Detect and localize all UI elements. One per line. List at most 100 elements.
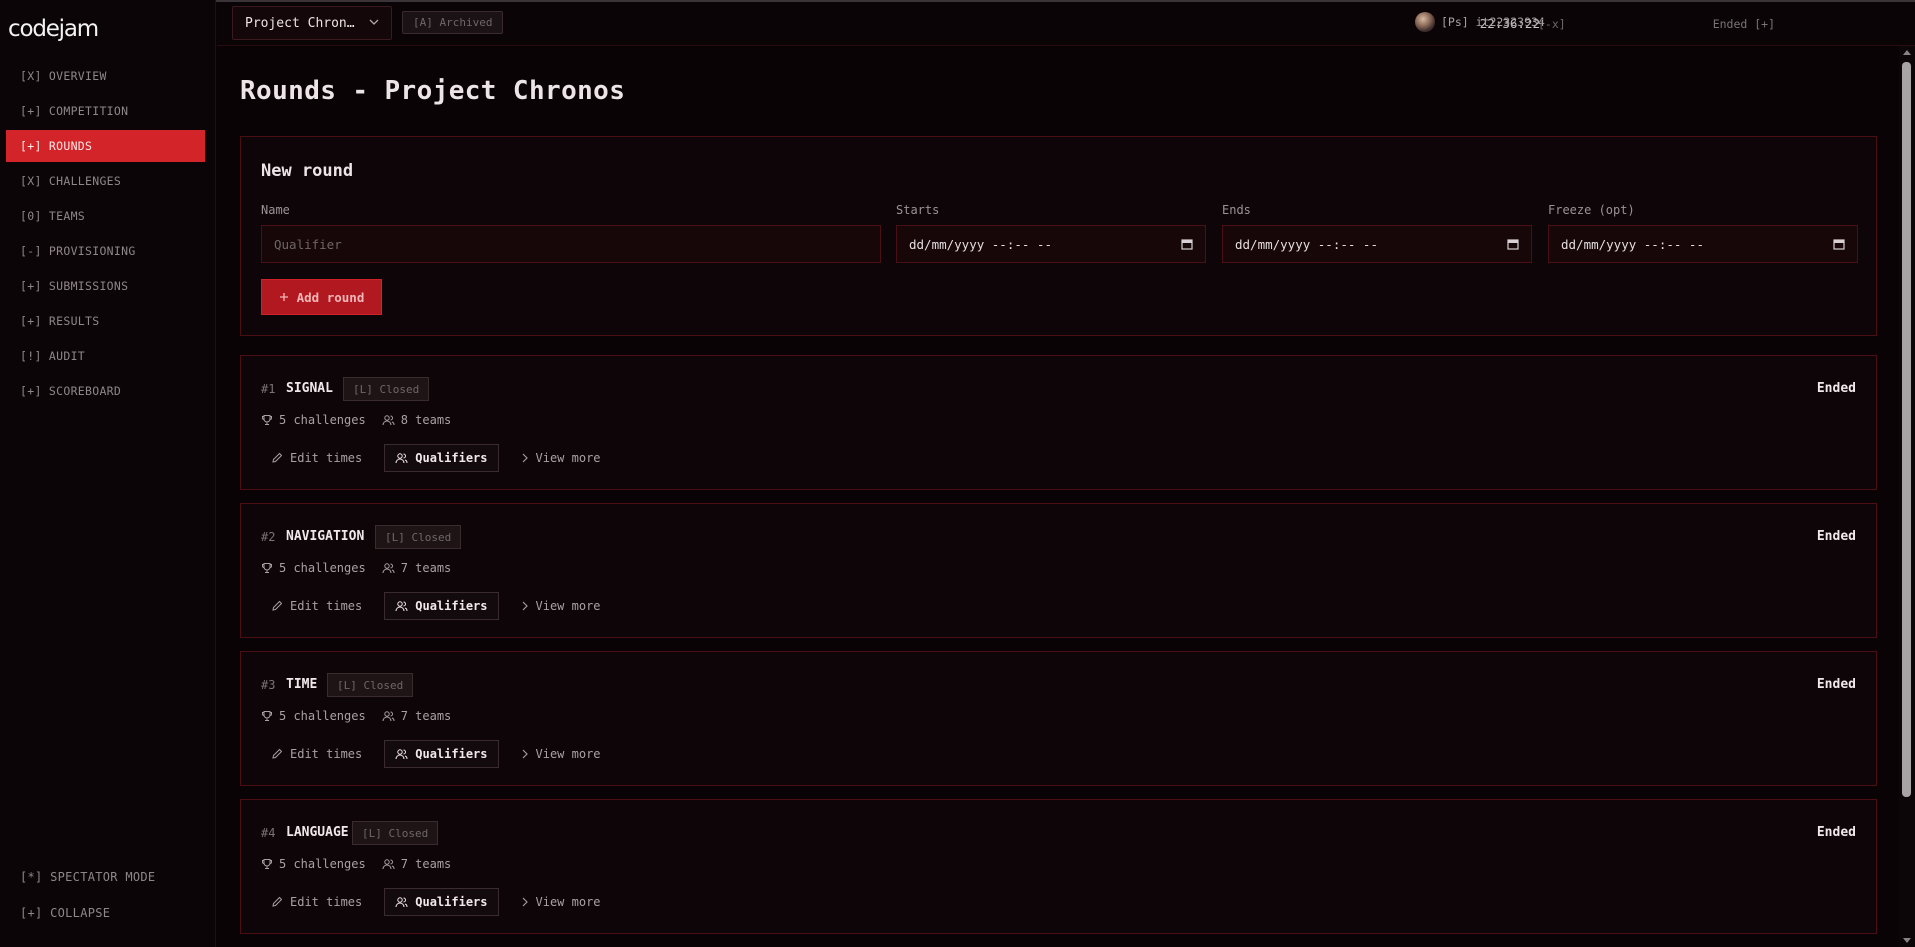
challenge-count: 5 challenges — [279, 709, 366, 723]
round-name-input[interactable]: Qualifier — [261, 225, 881, 263]
round-closed-badge: [L] Closed — [327, 673, 414, 697]
view-more-button[interactable]: View more — [511, 444, 611, 472]
qualifiers-button[interactable]: Qualifiers — [384, 592, 499, 620]
view-more-label: View more — [535, 895, 601, 909]
app-logo[interactable]: codejam — [8, 16, 99, 42]
username: [Ps] it22323934 — [1441, 15, 1545, 29]
sidebar-item-label: [+] SCOREBOARD — [20, 384, 122, 398]
round-actions: Edit times Qualifiers View more — [261, 888, 611, 916]
users-icon — [382, 414, 395, 426]
competition-select[interactable]: Project Chron… — [232, 6, 392, 40]
competition-select-value: Project Chron… — [245, 15, 355, 31]
logout-button[interactable]: [-x] — [1538, 17, 1566, 31]
ends-datetime-value: dd/mm/yyyy --:-- -- — [1235, 236, 1378, 252]
users-icon — [382, 562, 395, 574]
challenge-count: 5 challenges — [279, 857, 366, 871]
new-round-title: New round — [261, 161, 354, 181]
users-icon — [395, 896, 408, 908]
scroll-down-arrow-icon[interactable] — [1903, 938, 1911, 943]
qualifiers-button[interactable]: Qualifiers — [384, 444, 499, 472]
sidebar-item-challenges[interactable]: [X] CHALLENGES — [6, 165, 205, 197]
sidebar-item-scoreboard[interactable]: [+] SCOREBOARD — [6, 375, 205, 407]
round-card: #3 TIME [L] Closed Ended 5 challenges 7 … — [240, 651, 1877, 786]
round-status: Ended — [1816, 529, 1856, 544]
view-more-button[interactable]: View more — [511, 888, 611, 916]
ends-datetime-input[interactable]: dd/mm/yyyy --:-- -- — [1222, 225, 1532, 263]
sidebar-item-label: [!] AUDIT — [20, 349, 86, 363]
starts-label: Starts — [896, 203, 940, 217]
sidebar-item-teams[interactable]: [0] TEAMS — [6, 200, 205, 232]
round-name: NAVIGATION — [286, 529, 365, 544]
spectator-mode-toggle[interactable]: [*] SPECTATOR MODE — [20, 870, 155, 884]
avatar — [1415, 12, 1435, 32]
round-actions: Edit times Qualifiers View more — [261, 592, 611, 620]
sidebar-item-submissions[interactable]: [+] SUBMISSIONS — [6, 270, 205, 302]
calendar-icon[interactable] — [1181, 238, 1193, 250]
edit-times-button[interactable]: Edit times — [261, 444, 372, 472]
qualifiers-button[interactable]: Qualifiers — [384, 740, 499, 768]
qualifiers-label: Qualifiers — [415, 747, 488, 761]
sidebar-item-label: [-] PROVISIONING — [20, 244, 136, 258]
sidebar-item-provisioning[interactable]: [-] PROVISIONING — [6, 235, 205, 267]
team-count: 7 teams — [400, 857, 452, 871]
calendar-icon[interactable] — [1833, 238, 1845, 250]
add-round-button[interactable]: Add round — [261, 279, 382, 315]
challenge-count: 5 challenges — [279, 561, 366, 575]
pencil-icon — [271, 600, 283, 612]
challenge-count: 5 challenges — [279, 413, 366, 427]
user-menu[interactable]: [Ps] it22323934 — [1415, 12, 1545, 32]
chevron-down-icon — [369, 17, 379, 27]
scrollbar-thumb[interactable] — [1902, 62, 1911, 797]
calendar-icon[interactable] — [1507, 238, 1519, 250]
sidebar-item-rounds[interactable]: [+] ROUNDS — [6, 130, 205, 162]
qualifiers-button[interactable]: Qualifiers — [384, 888, 499, 916]
view-more-button[interactable]: View more — [511, 592, 611, 620]
sidebar-item-audit[interactable]: [!] AUDIT — [6, 340, 205, 372]
qualifiers-label: Qualifiers — [415, 451, 488, 465]
round-number: #2 — [261, 530, 276, 544]
freeze-datetime-value: dd/mm/yyyy --:-- -- — [1561, 236, 1704, 252]
round-number: #4 — [261, 826, 276, 840]
edit-times-button[interactable]: Edit times — [261, 888, 372, 916]
sidebar-item-competition[interactable]: [+] COMPETITION — [6, 95, 205, 127]
team-count: 7 teams — [400, 561, 452, 575]
round-meta: 5 challenges 7 teams — [261, 709, 451, 723]
view-more-label: View more — [535, 747, 601, 761]
chevron-right-icon — [521, 601, 529, 611]
edit-times-label: Edit times — [290, 451, 363, 465]
edit-times-button[interactable]: Edit times — [261, 740, 372, 768]
top-bar: Project Chron… [A] Archived Ended [+] 22… — [217, 2, 1915, 46]
chevron-right-icon — [521, 749, 529, 759]
round-number: #3 — [261, 678, 276, 692]
sidebar-item-label: [+] ROUNDS — [20, 139, 93, 153]
view-more-button[interactable]: View more — [511, 740, 611, 768]
sidebar-item-label: [+] RESULTS — [20, 314, 100, 328]
team-count: 8 teams — [400, 413, 452, 427]
round-status: Ended — [1816, 825, 1856, 840]
sidebar-item-overview[interactable]: [X] OVERVIEW — [6, 60, 205, 92]
round-closed-badge: [L] Closed — [352, 821, 439, 845]
vertical-scrollbar[interactable] — [1899, 46, 1915, 947]
pencil-icon — [271, 748, 283, 760]
chevron-right-icon — [521, 453, 529, 463]
collapse-sidebar-button[interactable]: [+] COLLAPSE — [20, 906, 110, 920]
users-icon — [382, 710, 395, 722]
qualifiers-label: Qualifiers — [415, 599, 488, 613]
edit-times-label: Edit times — [290, 747, 363, 761]
sidebar-item-label: [0] TEAMS — [20, 209, 86, 223]
edit-times-button[interactable]: Edit times — [261, 592, 372, 620]
sidebar-item-label: [X] OVERVIEW — [20, 69, 107, 83]
ends-label: Ends — [1222, 203, 1251, 217]
starts-datetime-input[interactable]: dd/mm/yyyy --:-- -- — [896, 225, 1206, 263]
competition-status: Ended [+] — [1712, 17, 1775, 31]
trophy-icon — [261, 858, 273, 870]
freeze-datetime-input[interactable]: dd/mm/yyyy --:-- -- — [1548, 225, 1858, 263]
round-name: SIGNAL — [286, 381, 333, 396]
sidebar-item-results[interactable]: [+] RESULTS — [6, 305, 205, 337]
pencil-icon — [271, 452, 283, 464]
name-label: Name — [261, 203, 290, 217]
users-icon — [382, 858, 395, 870]
team-count: 7 teams — [400, 709, 452, 723]
round-card: #4 LANGUAGE [L] Closed Ended 5 challenge… — [240, 799, 1877, 934]
scroll-up-arrow-icon[interactable] — [1903, 50, 1911, 55]
